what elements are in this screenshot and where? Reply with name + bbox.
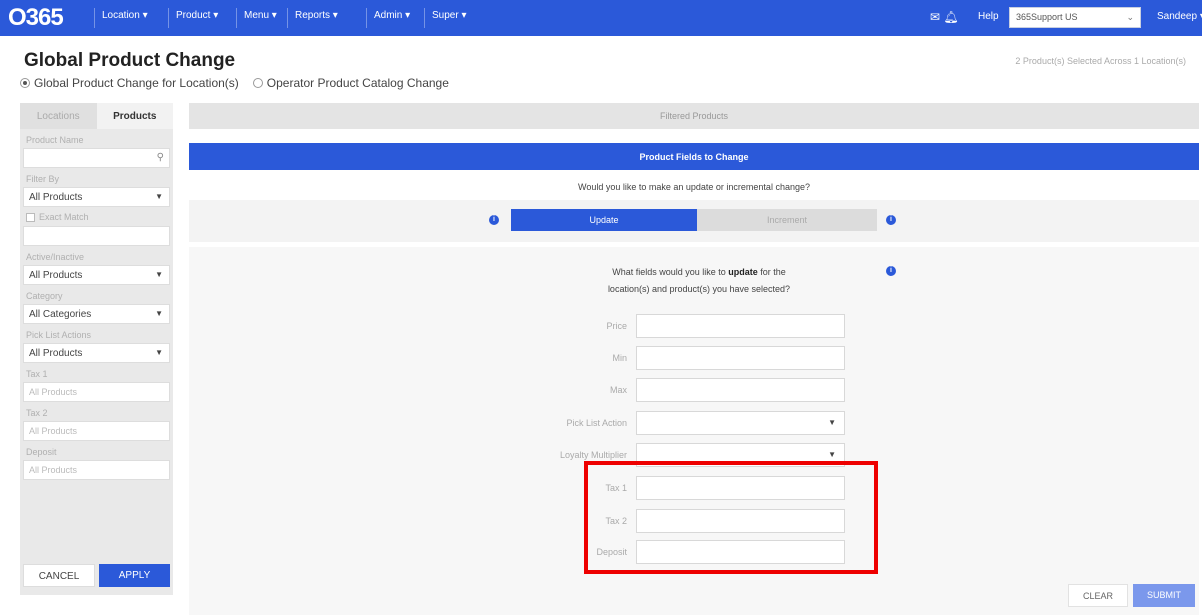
chevron-down-icon: ⌄ — [1126, 12, 1134, 22]
bell-icon[interactable]: 🔔︎ — [943, 10, 958, 24]
info-icon[interactable]: i — [886, 266, 896, 276]
fields-question-emphasis: update — [728, 267, 758, 277]
deposit-label: Deposit — [26, 447, 57, 457]
clear-button[interactable]: CLEAR — [1068, 584, 1128, 607]
category-select[interactable]: All Categories ▼ — [23, 304, 170, 324]
account-select-value: 365Support US — [1016, 12, 1078, 22]
tax2-filter-input[interactable]: All Products — [23, 421, 170, 441]
nav-product-menu[interactable]: Product ▾ — [176, 10, 218, 21]
category-label: Category — [26, 291, 63, 301]
pick-list-actions-label: Pick List Actions — [26, 330, 92, 340]
active-inactive-value: All Products — [29, 270, 83, 281]
exact-match-row: Exact Match — [26, 212, 173, 222]
exact-match-checkbox[interactable] — [26, 212, 35, 222]
caret-down-icon: ▼ — [828, 418, 836, 427]
user-menu[interactable]: Sandeep ▾ — [1157, 11, 1202, 22]
filter-by-value: All Products — [29, 192, 83, 203]
caret-down-icon: ▼ — [155, 192, 163, 201]
fields-question-text: for the — [757, 267, 786, 277]
nav-divider — [424, 8, 425, 28]
filtered-products-header[interactable]: Filtered Products — [189, 103, 1199, 129]
update-type-question: Would you like to make an update or incr… — [578, 182, 810, 192]
sidebar-actions: CANCEL APPLY — [20, 564, 173, 587]
change-mode-radio-group: Global Product Change for Location(s) Op… — [20, 76, 463, 90]
selection-summary: 2 Product(s) Selected Across 1 Location(… — [1015, 56, 1186, 66]
category-value: All Categories — [29, 309, 92, 320]
active-inactive-label: Active/Inactive — [26, 252, 85, 262]
update-toggle-button[interactable]: Update — [511, 209, 697, 231]
logo[interactable]: O365 — [8, 4, 64, 32]
search-icon[interactable]: ⚲ — [157, 152, 164, 163]
filter-text-input[interactable] — [23, 226, 170, 246]
top-nav-bar: O365 Location ▾ Product ▾ Menu ▾ Reports… — [0, 0, 1202, 36]
nav-divider — [236, 8, 237, 28]
cancel-button[interactable]: CANCEL — [23, 564, 95, 587]
radio-global-change-label[interactable]: Global Product Change for Location(s) — [34, 76, 239, 90]
caret-down-icon: ▼ — [155, 309, 163, 318]
exact-match-label[interactable]: Exact Match — [39, 212, 89, 222]
increment-toggle-button[interactable]: Increment — [697, 209, 877, 231]
sidebar-tabs: Locations Products — [20, 103, 173, 129]
tax1-label: Tax 1 — [26, 369, 48, 379]
nav-divider — [168, 8, 169, 28]
submit-button[interactable]: SUBMIT — [1133, 584, 1195, 607]
nav-divider — [287, 8, 288, 28]
fields-question-text: What fields would you like to — [612, 267, 729, 277]
caret-down-icon: ▼ — [155, 348, 163, 357]
pick-list-actions-value: All Products — [29, 348, 83, 359]
caret-down-icon: ▼ — [828, 450, 836, 459]
nav-divider — [94, 8, 95, 28]
tab-locations[interactable]: Locations — [20, 103, 97, 129]
account-select[interactable]: 365Support US ⌄ — [1009, 7, 1141, 28]
nav-menu-menu[interactable]: Menu ▾ — [244, 10, 277, 21]
page-title: Global Product Change — [24, 50, 236, 71]
help-link[interactable]: Help — [978, 11, 999, 22]
product-name-label: Product Name — [26, 135, 84, 145]
nav-divider — [366, 8, 367, 28]
mail-icon[interactable]: ✉ — [930, 10, 940, 24]
tab-products[interactable]: Products — [96, 103, 173, 129]
filter-by-label: Filter By — [26, 174, 60, 184]
filter-by-select[interactable]: All Products ▼ — [23, 187, 170, 207]
tax2-label: Tax 2 — [26, 408, 48, 418]
max-input[interactable] — [636, 378, 845, 402]
radio-operator-catalog-change-label[interactable]: Operator Product Catalog Change — [267, 76, 449, 90]
max-label: Max — [609, 385, 627, 395]
pick-list-action-select[interactable]: ▼ — [636, 411, 845, 435]
filter-sidebar: Locations Products Product Name ⚲ Filter… — [20, 103, 173, 595]
caret-down-icon: ▼ — [155, 270, 163, 279]
info-icon[interactable]: i — [489, 215, 499, 225]
fields-question-text: location(s) and product(s) you have sele… — [607, 284, 791, 294]
price-input[interactable] — [636, 314, 845, 338]
radio-operator-catalog-change[interactable] — [252, 78, 263, 88]
product-fields-header: Product Fields to Change — [189, 143, 1199, 170]
pick-list-actions-select[interactable]: All Products ▼ — [23, 343, 170, 363]
deposit-filter-input[interactable]: All Products — [23, 460, 170, 480]
apply-button[interactable]: APPLY — [99, 564, 170, 587]
info-icon[interactable]: i — [886, 215, 896, 225]
radio-global-change[interactable] — [20, 78, 30, 88]
pick-list-action-label: Pick List Action — [566, 418, 627, 428]
tax1-filter-input[interactable]: All Products — [23, 382, 170, 402]
nav-super-menu[interactable]: Super ▾ — [432, 10, 466, 21]
min-label: Min — [612, 353, 627, 363]
fields-question: What fields would you like to update for… — [559, 264, 839, 298]
nav-admin-menu[interactable]: Admin ▾ — [374, 10, 410, 21]
price-label: Price — [606, 321, 627, 331]
highlight-annotation-box — [584, 461, 878, 574]
product-name-input[interactable]: ⚲ — [23, 148, 170, 168]
active-inactive-select[interactable]: All Products ▼ — [23, 265, 170, 285]
nav-location-menu[interactable]: Location ▾ — [102, 10, 148, 21]
nav-reports-menu[interactable]: Reports ▾ — [295, 10, 338, 21]
min-input[interactable] — [636, 346, 845, 370]
loyalty-multiplier-label: Loyalty Multiplier — [559, 450, 627, 460]
